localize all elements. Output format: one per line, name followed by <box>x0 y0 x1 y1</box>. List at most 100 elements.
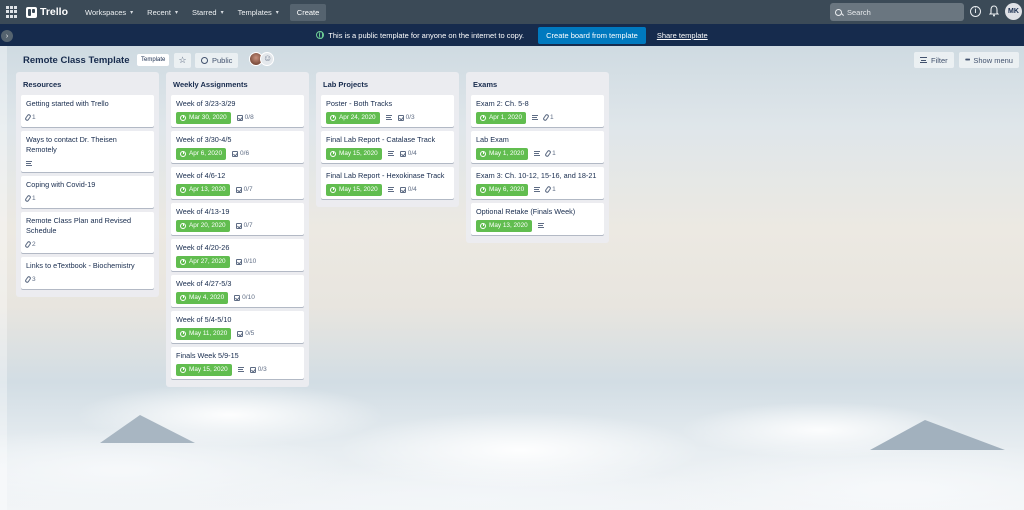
card[interactable]: Week of 3/23-3/29 Mar 30, 2020 0/8 <box>171 95 304 127</box>
search-input[interactable] <box>847 7 957 17</box>
card-badges: Apr 1, 2020 1 <box>476 111 599 124</box>
expand-sidebar-button[interactable]: › <box>1 30 13 42</box>
app-switcher-icon[interactable] <box>6 6 18 18</box>
card[interactable]: Getting started with Trello 1 <box>21 95 154 127</box>
card[interactable]: Ways to contact Dr. Theisen Remotely <box>21 131 154 172</box>
show-menu-button[interactable]: ••• Show menu <box>959 52 1019 68</box>
list-title[interactable]: Weekly Assignments <box>171 72 304 95</box>
checklist-icon <box>399 186 406 193</box>
card[interactable]: Final Lab Report - Hexokinase Track May 1… <box>321 167 454 199</box>
attachment-count: 2 <box>32 240 36 248</box>
card[interactable]: Exam 3: Ch. 10-12, 15-16, and 18-21 May 6… <box>471 167 604 199</box>
mountain-peak <box>870 420 1005 450</box>
due-date-badge[interactable]: May 1, 2020 <box>476 147 529 160</box>
card[interactable]: Lab Exam May 1, 2020 1 <box>471 131 604 163</box>
due-date-badge[interactable]: May 15, 2020 <box>326 147 382 160</box>
nav-workspaces[interactable]: Workspaces ▾ <box>78 3 140 21</box>
due-date-badge[interactable]: May 4, 2020 <box>176 291 229 304</box>
clock-icon <box>180 186 186 193</box>
visibility-button[interactable]: Public <box>195 53 239 68</box>
card[interactable]: Week of 4/13-19 Apr 20, 2020 0/7 <box>171 203 304 235</box>
card[interactable]: Week of 5/4-5/10 May 11, 2020 0/5 <box>171 311 304 343</box>
card[interactable]: Poster - Both Tracks Apr 24, 2020 0/3 <box>321 95 454 127</box>
list: Weekly Assignments Week of 3/23-3/29 Mar 3… <box>166 72 309 387</box>
paperclip-icon <box>544 185 552 194</box>
card[interactable]: Week of 4/27-5/3 May 4, 2020 0/10 <box>171 275 304 307</box>
due-date-badge[interactable]: May 13, 2020 <box>476 219 532 232</box>
attachment-count: 3 <box>32 276 36 283</box>
card[interactable]: Coping with Covid-19 1 <box>21 176 154 208</box>
due-date-badge[interactable]: Apr 27, 2020 <box>176 255 230 268</box>
description-badge <box>534 151 541 156</box>
due-date-badge[interactable]: May 11, 2020 <box>176 327 232 340</box>
due-date-badge[interactable]: Mar 30, 2020 <box>176 111 231 124</box>
description-badge <box>387 187 394 192</box>
card[interactable]: Week of 4/6-12 Apr 13, 2020 0/7 <box>171 167 304 199</box>
share-template-link[interactable]: Share template <box>657 31 708 40</box>
due-date-text: May 11, 2020 <box>189 330 228 337</box>
card[interactable]: Optional Retake (Finals Week) May 13, 202… <box>471 203 604 235</box>
nav-starred[interactable]: Starred ▾ <box>185 3 231 21</box>
card[interactable]: Exam 2: Ch. 5-8 Apr 1, 2020 1 <box>471 95 604 127</box>
card-title: Week of 5/4-5/10 <box>176 315 232 324</box>
checklist-count: 0/10 <box>242 294 255 301</box>
card[interactable]: Links to eTextbook - Biochemistry 3 <box>21 257 154 289</box>
due-date-badge[interactable]: May 6, 2020 <box>476 183 529 196</box>
list: Resources Getting started with Trello 1 Way… <box>16 72 159 297</box>
due-date-badge[interactable]: May 15, 2020 <box>176 363 232 376</box>
checklist-badge: 0/7 <box>235 222 253 229</box>
card[interactable]: Final Lab Report - Catalase Track May 15,… <box>321 131 454 163</box>
card[interactable]: Finals Week 5/9-15 May 15, 2020 0/3 <box>171 347 304 379</box>
checklist-count: 0/3 <box>405 114 415 121</box>
due-date-badge[interactable]: Apr 24, 2020 <box>326 111 380 124</box>
nav-recent[interactable]: Recent ▾ <box>140 3 185 21</box>
trello-logo[interactable]: Trello <box>26 6 68 18</box>
due-date-badge[interactable]: Apr 1, 2020 <box>476 111 527 124</box>
filter-button[interactable]: Filter <box>914 52 954 68</box>
card[interactable]: Remote Class Plan and Revised Schedule 2 <box>21 212 154 253</box>
checklist-icon <box>234 294 241 301</box>
description-icon <box>385 115 392 120</box>
card[interactable]: Week of 4/20-26 Apr 27, 2020 0/10 <box>171 239 304 271</box>
clock-icon <box>480 150 486 157</box>
card-badges: 2 <box>24 238 149 250</box>
due-date-badge[interactable]: Apr 6, 2020 <box>176 147 227 160</box>
list-title[interactable]: Resources <box>21 72 154 95</box>
due-date-text: Apr 24, 2020 <box>339 114 376 121</box>
card-title: Coping with Covid-19 <box>26 180 96 189</box>
description-badge <box>385 115 392 120</box>
visibility-label: Public <box>212 56 233 65</box>
card-title: Week of 4/13-19 <box>176 207 230 216</box>
filter-icon <box>920 57 927 63</box>
due-date-badge[interactable]: May 15, 2020 <box>326 183 382 196</box>
clock-icon <box>330 114 336 121</box>
nav-templates[interactable]: Templates ▾ <box>231 3 286 21</box>
card-badges: Apr 27, 2020 0/10 <box>176 255 299 268</box>
create-button[interactable]: Create <box>289 3 327 21</box>
member-avatar[interactable] <box>260 52 274 66</box>
card-badges: May 4, 2020 0/10 <box>176 291 299 304</box>
description-badge <box>237 367 244 372</box>
list-title[interactable]: Exams <box>471 72 604 95</box>
board-title[interactable]: Remote Class Template <box>23 55 129 66</box>
clock-icon <box>180 150 186 157</box>
list-title[interactable]: Lab Projects <box>321 72 454 95</box>
create-board-from-template-button[interactable]: Create board from template <box>538 26 646 44</box>
star-icon: ☆ <box>178 55 187 65</box>
search-box[interactable] <box>830 3 964 21</box>
due-date-badge[interactable]: Apr 13, 2020 <box>176 183 230 196</box>
bell-icon[interactable] <box>989 5 999 17</box>
avatar[interactable]: MK <box>1005 3 1022 20</box>
card-badges: Apr 24, 2020 0/3 <box>326 111 449 124</box>
info-icon[interactable]: i <box>970 6 981 17</box>
star-button[interactable]: ☆ <box>174 53 191 68</box>
due-date-text: May 1, 2020 <box>489 150 525 157</box>
checklist-count: 0/3 <box>257 366 267 373</box>
card[interactable]: Week of 3/30-4/5 Apr 6, 2020 0/6 <box>171 131 304 163</box>
checklist-badge: 0/5 <box>237 330 254 337</box>
card-title: Week of 3/30-4/5 <box>176 135 232 144</box>
attachments-badge: 1 <box>24 113 36 122</box>
due-date-badge[interactable]: Apr 20, 2020 <box>176 219 230 232</box>
description-badge <box>537 223 544 228</box>
card-title: Week of 4/6-12 <box>176 171 226 180</box>
